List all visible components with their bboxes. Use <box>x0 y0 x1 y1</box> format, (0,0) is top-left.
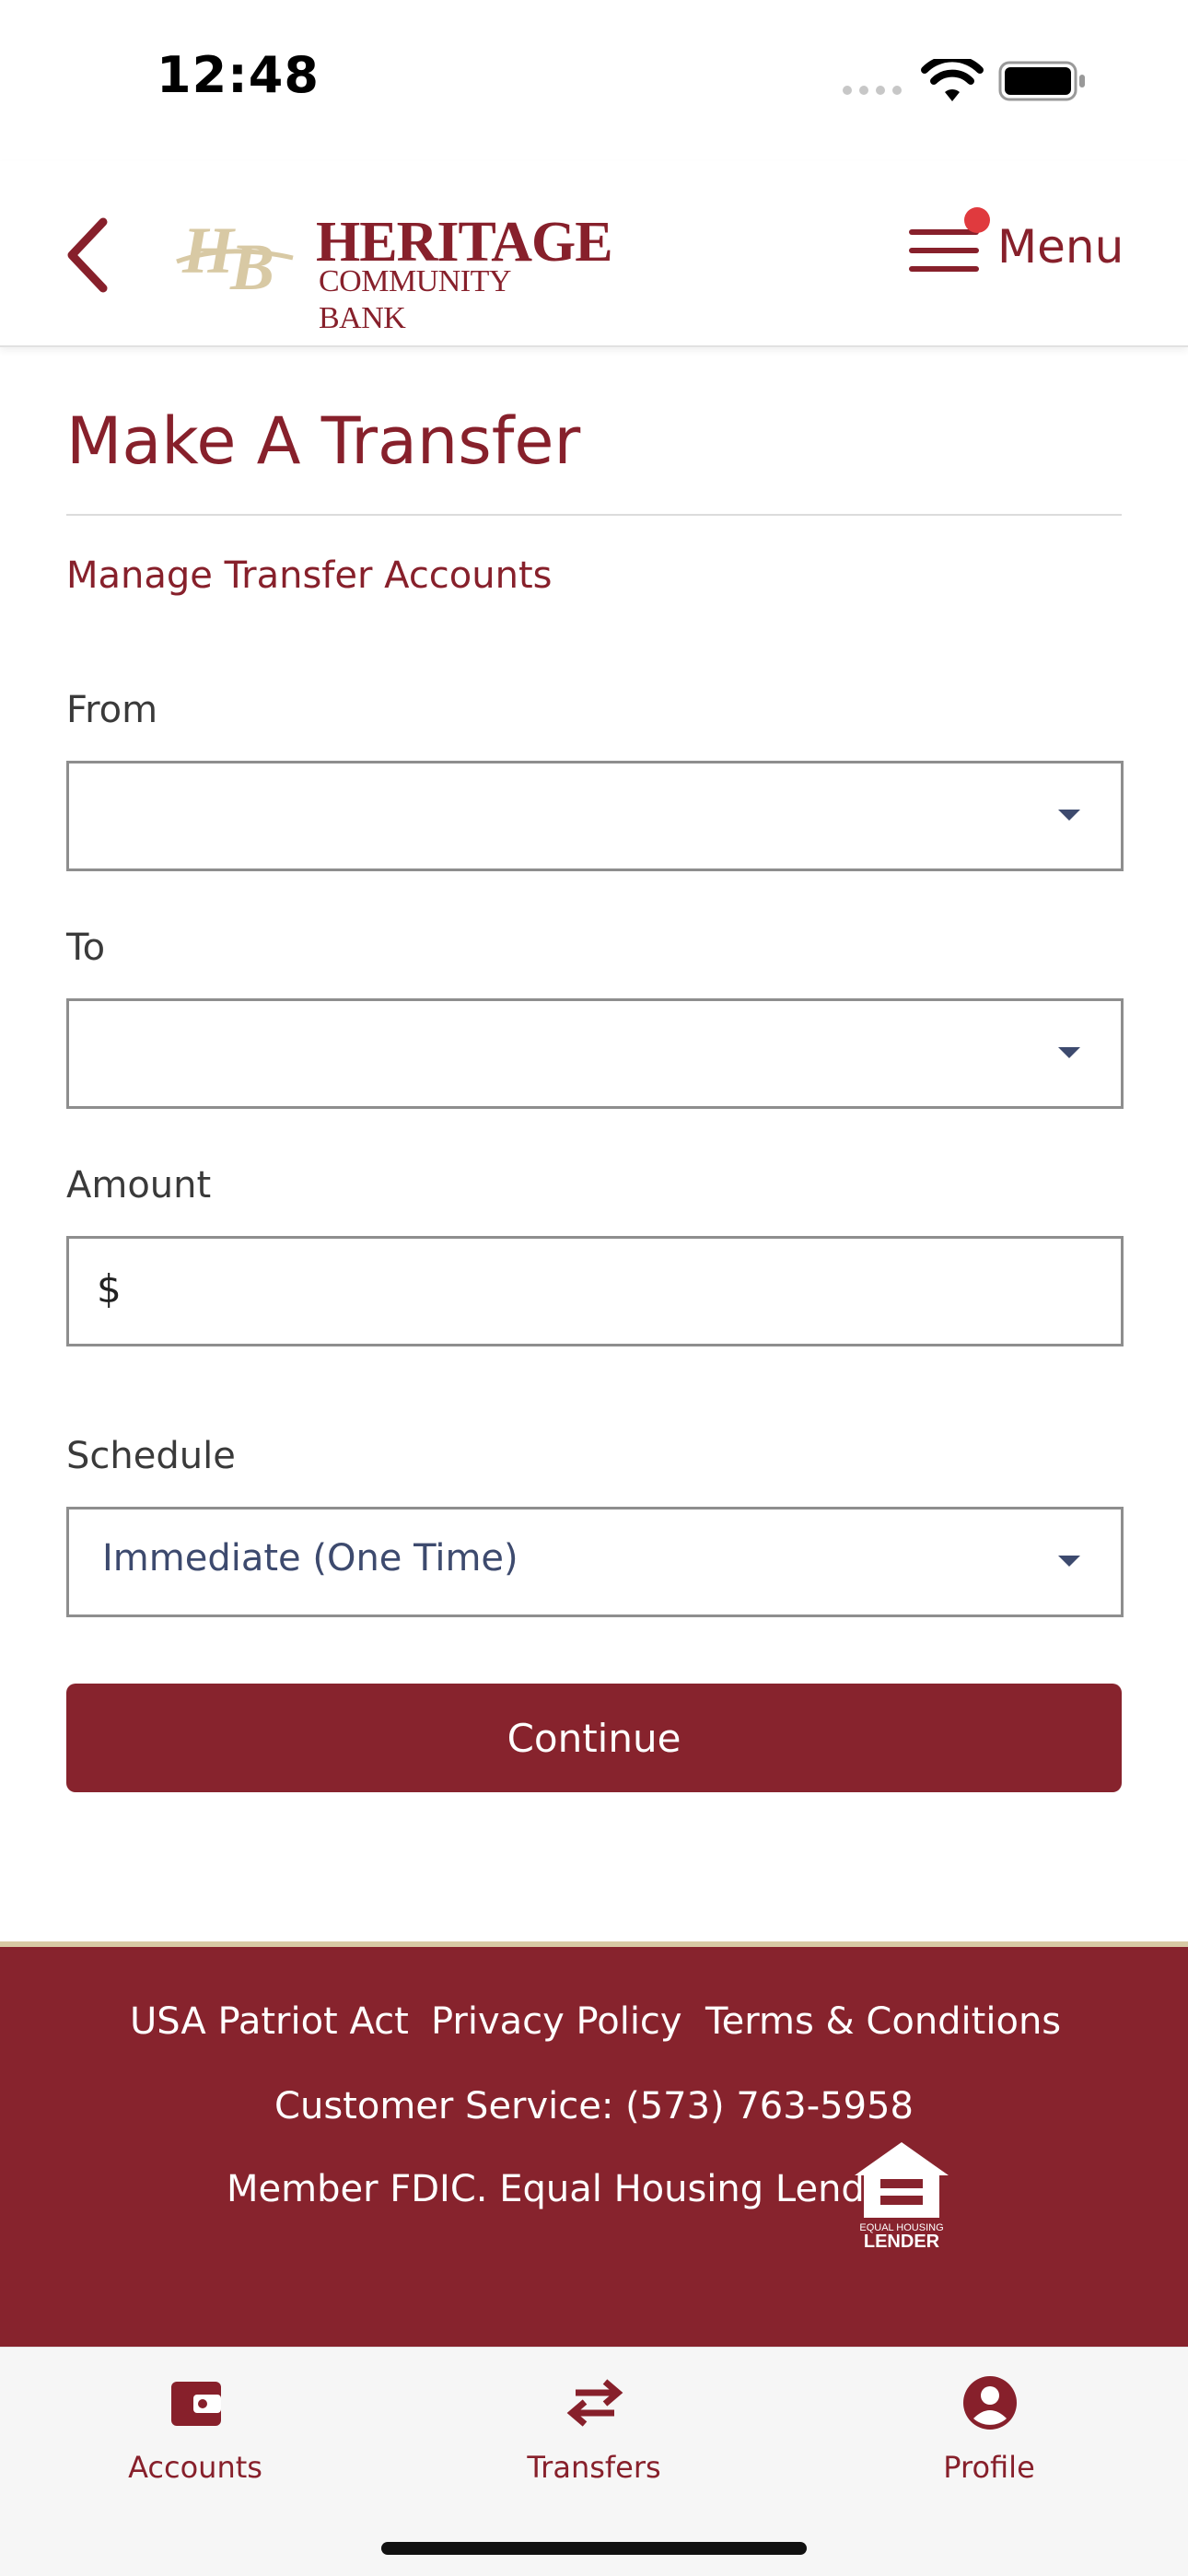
profile-icon <box>963 2376 1017 2430</box>
svg-text:LENDER: LENDER <box>864 2232 940 2249</box>
svg-text:B: B <box>229 230 274 298</box>
menu-label: Menu <box>997 220 1124 274</box>
privacy-policy-link[interactable]: Privacy Policy <box>431 2000 682 2043</box>
manage-transfer-accounts-link[interactable]: Manage Transfer Accounts <box>66 554 553 597</box>
schedule-select[interactable]: Immediate (One Time) <box>66 1507 1124 1617</box>
chevron-down-icon <box>1058 1556 1080 1567</box>
customer-service-phone[interactable]: Customer Service: (573) 763-5958 <box>0 2085 1188 2127</box>
tab-profile[interactable]: Profile <box>869 2365 1109 2494</box>
battery-icon <box>998 61 1085 101</box>
continue-button[interactable]: Continue <box>66 1684 1122 1792</box>
equal-housing-lender-icon: EQUAL HOUSING LENDER <box>855 2142 949 2249</box>
tab-transfers-label: Transfers <box>527 2450 661 2485</box>
from-select[interactable] <box>66 761 1124 871</box>
schedule-label: Schedule <box>66 1435 236 1477</box>
tab-accounts[interactable]: Accounts <box>76 2365 315 2494</box>
logo-text-sub: COMMUNITY BANK <box>319 264 510 335</box>
page-title: Make A Transfer <box>66 403 581 479</box>
status-time: 12:48 <box>157 46 320 104</box>
transfer-arrows-icon <box>566 2379 623 2427</box>
menu-button[interactable]: Menu <box>907 207 1124 299</box>
currency-prefix: $ <box>97 1266 122 1311</box>
cellular-signal-icon <box>843 86 902 95</box>
terms-conditions-link[interactable]: Terms & Conditions <box>705 2000 1061 2043</box>
hamburger-icon <box>909 207 990 272</box>
amount-input[interactable]: $ <box>66 1236 1124 1346</box>
tab-transfers[interactable]: Transfers <box>474 2365 714 2494</box>
usa-patriot-act-link[interactable]: USA Patriot Act <box>130 2000 409 2043</box>
home-indicator <box>381 2542 807 2555</box>
to-select[interactable] <box>66 998 1124 1109</box>
notification-dot <box>964 207 990 233</box>
bank-logo: H B HERITAGE COMMUNITY BANK <box>173 212 613 335</box>
member-fdic-text: Member FDIC. Equal Housing Lender <box>227 2168 903 2210</box>
wallet-icon <box>171 2382 221 2426</box>
from-label: From <box>66 689 158 731</box>
title-divider <box>66 514 1122 516</box>
tab-accounts-label: Accounts <box>128 2450 262 2485</box>
to-label: To <box>66 927 106 969</box>
chevron-down-icon <box>1058 1047 1080 1058</box>
tab-profile-label: Profile <box>943 2450 1035 2485</box>
back-button[interactable] <box>63 216 118 294</box>
schedule-value: Immediate (One Time) <box>102 1537 518 1579</box>
chevron-down-icon <box>1058 810 1080 821</box>
amount-label: Amount <box>66 1164 212 1206</box>
hb-monogram-icon: H B <box>176 216 294 298</box>
wifi-icon <box>921 59 984 101</box>
